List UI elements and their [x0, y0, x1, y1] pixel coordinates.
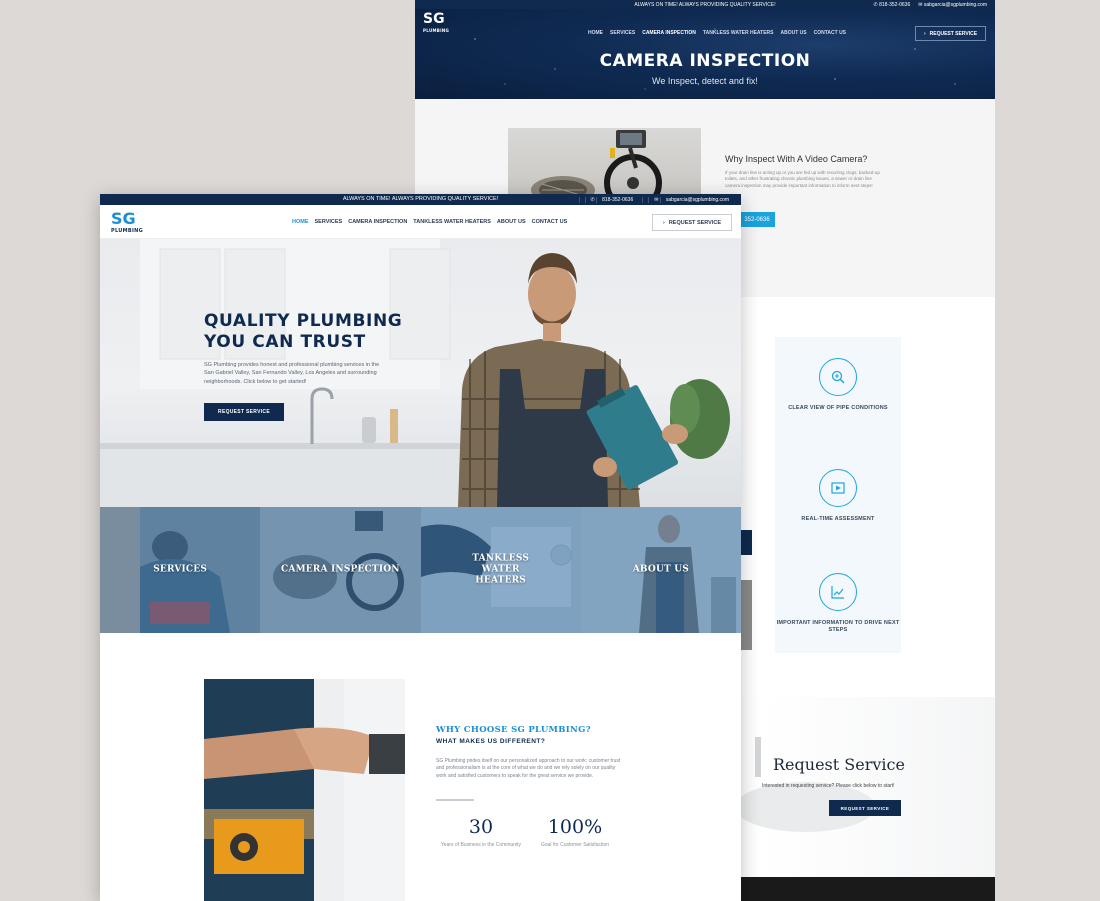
service-tiles: SERVICES CAMERA INSPECTION TANKLESS WATE…	[100, 507, 741, 633]
contact-links: ✆ 818-352-0636 ✉ sabgarcia@sgplumbing.co…	[578, 194, 729, 205]
request-service-label: REQUEST SERVICE	[668, 219, 721, 226]
nav-contact-us[interactable]: CONTACT US	[814, 30, 846, 36]
why-title: WHY CHOOSE SG PLUMBING?	[436, 725, 591, 735]
why-subtitle: WHAT MAKES US DIFFERENT?	[436, 738, 546, 745]
request-service-button[interactable]: › REQUEST SERVICE	[652, 214, 732, 231]
kitchen-plumber-image	[100, 239, 730, 507]
nav-camera-inspection[interactable]: CAMERA INSPECTION	[348, 219, 407, 225]
tile-title: ABOUT US	[632, 564, 689, 575]
feature-item: REAL-TIME ASSESSMENT	[775, 469, 901, 523]
phone-icon: ✆	[584, 196, 595, 203]
request-service-cta[interactable]: REQUEST SERVICE	[829, 800, 901, 816]
nav-services[interactable]: SERVICES	[315, 219, 343, 225]
hero-title: QUALITY PLUMBING YOU CAN TRUST	[204, 311, 402, 353]
nav-camera-inspection[interactable]: CAMERA INSPECTION	[642, 30, 696, 36]
top-announcement-bar: ALWAYS ON TIME! ALWAYS PROVIDING QUALITY…	[100, 194, 741, 205]
site-header: SG PLUMBING HOME SERVICES CAMERA INSPECTI…	[100, 205, 741, 239]
request-service-title: Request Service	[773, 755, 905, 774]
features-panel: CLEAR VIEW OF PIPE CONDITIONS REAL-TIME …	[775, 337, 901, 653]
request-service-button[interactable]: › REQUEST SERVICE	[915, 26, 986, 41]
phone-icon: ✆	[873, 1, 878, 8]
partial-image-behind	[741, 580, 752, 650]
why-camera-text: If your drain line is acting up or you a…	[725, 170, 880, 188]
nav-services[interactable]: SERVICES	[610, 30, 635, 36]
page-title: CAMERA INSPECTION	[599, 51, 811, 71]
stat-years: 30 Years of Business in the Community	[440, 816, 522, 850]
why-camera-title: Why Inspect With A Video Camera?	[725, 154, 868, 164]
email-link[interactable]: ✉ sabgarcia@sgplumbing.com	[918, 2, 987, 8]
feature-label: CLEAR VIEW OF PIPE CONDITIONS	[788, 405, 888, 411]
email-icon: ✉	[918, 1, 923, 8]
camera-reel-illustration	[531, 130, 662, 198]
tile-services[interactable]: SERVICES	[100, 507, 261, 633]
chart-icon	[819, 573, 857, 611]
chevron-right-icon: ›	[923, 30, 926, 37]
feature-label: REAL-TIME ASSESSMENT	[801, 516, 875, 522]
canvas: ALWAYS ON TIME! ALWAYS PROVIDING QUALITY…	[0, 0, 1100, 901]
feature-label: IMPORTANT INFORMATION TO DRIVE NEXT STEP…	[776, 620, 900, 634]
feature-item: IMPORTANT INFORMATION TO DRIVE NEXT STEP…	[775, 573, 901, 635]
stat-value: 30	[468, 816, 494, 838]
top-announcement-bar: ALWAYS ON TIME! ALWAYS PROVIDING QUALITY…	[415, 0, 995, 9]
tile-camera-inspection[interactable]: CAMERA INSPECTION	[260, 507, 421, 633]
logo-subtext: PLUMBING	[111, 228, 144, 234]
video-icon	[819, 469, 857, 507]
contact-links: ✆ 818-352-0636 ✉ sabgarcia@sgplumbing.co…	[874, 0, 988, 9]
hero-title-line1: QUALITY PLUMBING	[204, 311, 403, 331]
tile-tankless-water-heaters[interactable]: TANKLESS WATER HEATERS	[420, 507, 581, 633]
phone-number: 818-352-0636	[596, 196, 634, 203]
camera-hero: SG PLUMBING HOME SERVICES CAMERA INSPECTI…	[415, 9, 995, 99]
email-address: sabgarcia@sgplumbing.com	[923, 1, 987, 8]
tile-title: TANKLESS WATER HEATERS	[472, 553, 530, 586]
hero-title-line2: YOU CAN TRUST	[204, 332, 366, 352]
nav-tankless-water-heaters[interactable]: TANKLESS WATER HEATERS	[703, 30, 774, 36]
feature-item: CLEAR VIEW OF PIPE CONDITIONS	[775, 358, 901, 412]
stat-label: Goal for Customer Satisfaction	[540, 842, 610, 848]
nav-home[interactable]: HOME	[292, 219, 309, 225]
chevron-right-icon: ›	[662, 219, 665, 226]
email-address: sabgarcia@sgplumbing.com	[659, 196, 729, 203]
handshake-image	[204, 679, 405, 901]
nav-contact-us[interactable]: CONTACT US	[532, 219, 568, 225]
nav-home[interactable]: HOME	[588, 30, 603, 36]
phone-link[interactable]: ✆ 818-352-0636	[874, 2, 911, 8]
nav-about-us[interactable]: ABOUT US	[780, 30, 806, 36]
stat-satisfaction: 100% Goal for Customer Satisfaction	[532, 816, 618, 850]
hero-request-service-button[interactable]: REQUEST SERVICE	[204, 403, 284, 421]
tile-about-us[interactable]: ABOUT US	[580, 507, 741, 633]
call-button[interactable]: 352-0636	[739, 212, 775, 227]
email-icon: ✉	[648, 196, 659, 203]
partial-button-behind	[741, 530, 752, 555]
logo-subtext: PLUMBING	[423, 28, 450, 33]
page-subtitle: We Inspect, detect and fix!	[652, 76, 758, 86]
stat-value: 100%	[547, 816, 603, 838]
tile-title: SERVICES	[153, 564, 208, 575]
nav-about-us[interactable]: ABOUT US	[497, 219, 526, 225]
request-service-label: REQUEST SERVICE	[929, 30, 978, 37]
logo[interactable]: SG PLUMBING	[423, 12, 450, 37]
request-service-text: Interested in requesting service? Please…	[762, 783, 895, 789]
main-nav: HOME SERVICES CAMERA INSPECTION TANKLESS…	[588, 30, 846, 36]
tile-title: CAMERA INSPECTION	[281, 564, 400, 575]
why-choose-section: WHY CHOOSE SG PLUMBING? WHAT MAKES US DI…	[100, 633, 741, 901]
phone-link[interactable]: ✆ 818-352-0636	[578, 196, 634, 203]
phone-number: 818-352-0636	[879, 1, 911, 8]
handshake-illustration	[204, 679, 405, 901]
magnifier-icon	[819, 358, 857, 396]
hero-text: SG Plumbing provides honest and professi…	[204, 362, 380, 385]
home-page: ALWAYS ON TIME! ALWAYS PROVIDING QUALITY…	[100, 194, 741, 901]
stat-label: Years of Business in the Community	[440, 842, 522, 848]
home-hero: QUALITY PLUMBING YOU CAN TRUST SG Plumbin…	[100, 239, 741, 507]
logo[interactable]: SG PLUMBING	[111, 211, 144, 238]
divider	[436, 799, 474, 801]
camera-equipment-image	[508, 128, 701, 198]
nav-tankless-water-heaters[interactable]: TANKLESS WATER HEATERS	[413, 219, 491, 225]
why-text: SG Plumbing prides itself on our persona…	[436, 758, 621, 779]
email-link[interactable]: ✉ sabgarcia@sgplumbing.com	[642, 196, 729, 203]
main-nav: HOME SERVICES CAMERA INSPECTION TANKLESS…	[292, 219, 567, 225]
